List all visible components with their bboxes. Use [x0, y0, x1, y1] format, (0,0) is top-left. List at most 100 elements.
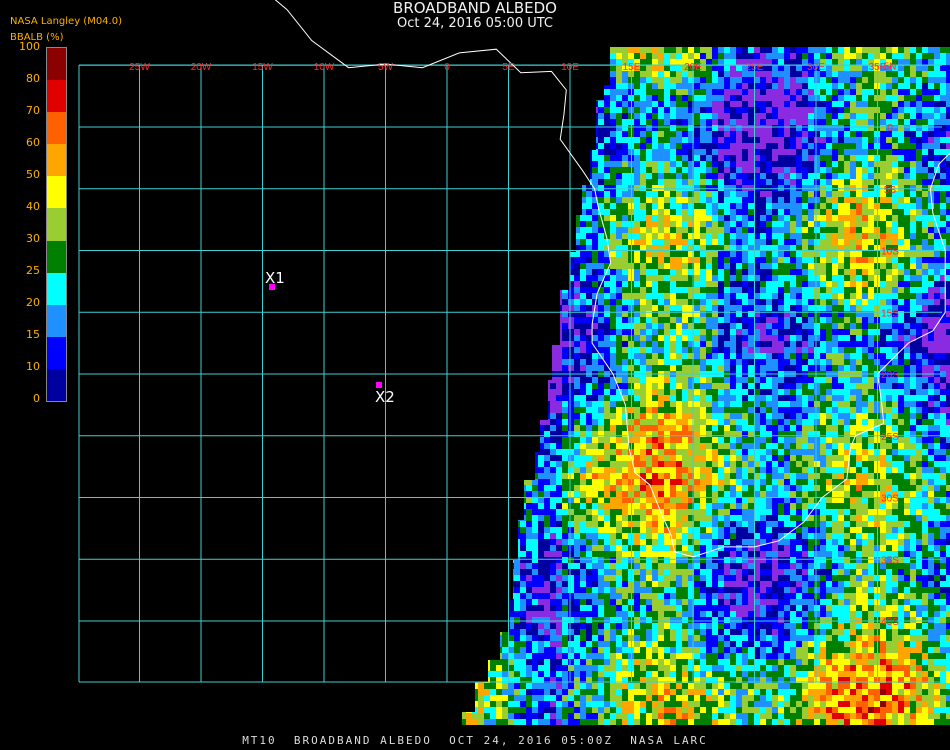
albedo-cell [598, 341, 604, 347]
albedo-cell [694, 341, 700, 347]
albedo-cell [580, 305, 586, 311]
albedo-cell [850, 239, 856, 245]
albedo-cell [610, 65, 616, 71]
albedo-cell [490, 389, 496, 395]
albedo-cell [856, 353, 862, 359]
albedo-cell [850, 299, 856, 305]
albedo-cell [820, 107, 826, 113]
albedo-cell [766, 347, 772, 353]
albedo-cell [742, 197, 748, 203]
albedo-cell [844, 329, 850, 335]
albedo-cell [772, 185, 778, 191]
albedo-cell [532, 281, 538, 287]
albedo-cell [862, 143, 868, 149]
albedo-cell [868, 101, 874, 107]
albedo-cell [484, 263, 490, 269]
albedo-cell [772, 191, 778, 197]
albedo-cell [604, 65, 610, 71]
albedo-cell [946, 143, 950, 149]
albedo-cell [670, 53, 676, 59]
albedo-cell [916, 137, 922, 143]
albedo-cell [490, 359, 496, 365]
albedo-cell [940, 203, 946, 209]
albedo-cell [946, 365, 950, 371]
albedo-cell [562, 227, 568, 233]
albedo-cell [676, 125, 682, 131]
albedo-cell [820, 383, 826, 389]
albedo-cell [658, 95, 664, 101]
albedo-cell [538, 281, 544, 287]
albedo-cell [748, 407, 754, 413]
albedo-cell [838, 71, 844, 77]
albedo-cell [910, 227, 916, 233]
albedo-cell [532, 305, 538, 311]
albedo-cell [814, 89, 820, 95]
albedo-cell [550, 185, 556, 191]
albedo-cell [634, 359, 640, 365]
albedo-cell [616, 305, 622, 311]
albedo-cell [802, 89, 808, 95]
albedo-cell [844, 197, 850, 203]
albedo-cell [838, 407, 844, 413]
albedo-cell [592, 233, 598, 239]
albedo-cell [526, 269, 532, 275]
albedo-cell [550, 401, 556, 407]
albedo-cell [736, 383, 742, 389]
albedo-cell [466, 299, 472, 305]
albedo-cell [622, 125, 628, 131]
albedo-cell [706, 269, 712, 275]
albedo-cell [760, 125, 766, 131]
albedo-cell [574, 137, 580, 143]
albedo-cell [502, 137, 508, 143]
albedo-cell [730, 299, 736, 305]
albedo-cell [706, 95, 712, 101]
albedo-cell [700, 251, 706, 257]
albedo-cell [820, 185, 826, 191]
albedo-cell [676, 179, 682, 185]
albedo-cell [916, 383, 922, 389]
albedo-cell [760, 275, 766, 281]
albedo-cell [544, 389, 550, 395]
albedo-cell [790, 221, 796, 227]
albedo-cell [796, 179, 802, 185]
albedo-cell [526, 347, 532, 353]
albedo-cell [550, 251, 556, 257]
albedo-cell [568, 377, 574, 383]
albedo-cell [718, 59, 724, 65]
albedo-cell [724, 233, 730, 239]
albedo-cell [514, 239, 520, 245]
albedo-cell [520, 95, 526, 101]
albedo-cell [718, 149, 724, 155]
albedo-cell [904, 179, 910, 185]
albedo-cell [622, 275, 628, 281]
albedo-cell [532, 59, 538, 65]
albedo-cell [538, 107, 544, 113]
albedo-cell [550, 305, 556, 311]
albedo-cell [784, 299, 790, 305]
albedo-cell [634, 305, 640, 311]
albedo-cell [592, 71, 598, 77]
albedo-cell [604, 89, 610, 95]
albedo-cell [490, 353, 496, 359]
albedo-cell [502, 269, 508, 275]
albedo-cell [592, 389, 598, 395]
albedo-cell [640, 383, 646, 389]
albedo-cell [766, 257, 772, 263]
albedo-cell [610, 131, 616, 137]
albedo-cell [826, 281, 832, 287]
albedo-cell [462, 353, 466, 359]
albedo-cell [568, 119, 574, 125]
albedo-cell [562, 377, 568, 383]
albedo-cell [622, 191, 628, 197]
albedo-cell [832, 197, 838, 203]
albedo-cell [850, 83, 856, 89]
albedo-cell [892, 269, 898, 275]
albedo-cell [676, 281, 682, 287]
albedo-cell [940, 167, 946, 173]
albedo-cell [940, 65, 946, 71]
albedo-cell [610, 137, 616, 143]
albedo-cell [676, 293, 682, 299]
albedo-cell [910, 233, 916, 239]
albedo-cell [532, 119, 538, 125]
albedo-cell [682, 251, 688, 257]
